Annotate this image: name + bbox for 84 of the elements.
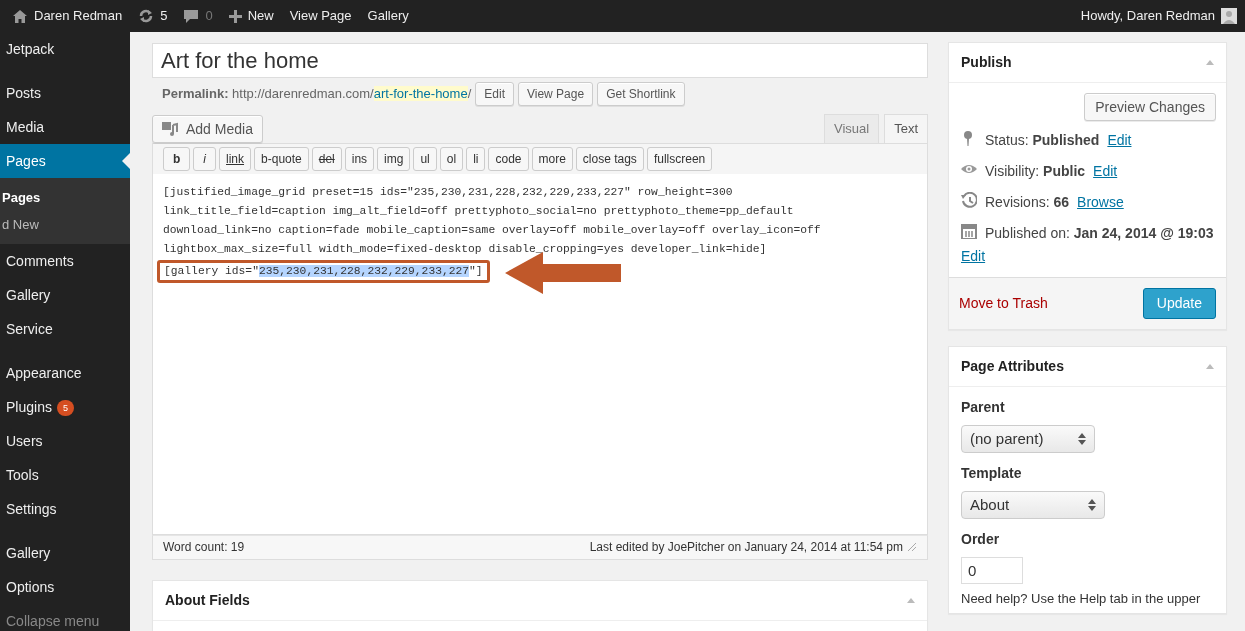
last-edited-text: Last edited by JoePitcher on January 24, 2014 at 11:54 pm	[589, 539, 903, 556]
publish-info-text: Status: Published	[985, 131, 1100, 150]
select-field[interactable]: About	[961, 491, 1105, 519]
sidebar-item[interactable]: Media	[0, 110, 130, 144]
format-button[interactable]: fullscreen	[646, 146, 713, 171]
text-editor[interactable]	[152, 173, 928, 535]
comments-count[interactable]: 0	[205, 6, 213, 26]
title-field[interactable]: Art for the home	[152, 43, 928, 78]
format-button[interactable]: b	[163, 146, 191, 171]
updates-count[interactable]: 5	[160, 6, 168, 26]
count-badge: 5	[56, 400, 74, 417]
format-button[interactable]: ins	[344, 146, 375, 171]
box-title: Publish	[961, 53, 1012, 72]
permalink-text: Permalink: http://darenredman.com/art-for-the-home/	[162, 85, 472, 104]
format-button[interactable]: img	[377, 146, 411, 171]
publish-info-text: Visibility: Public	[985, 162, 1086, 181]
edit-link[interactable]: Edit	[961, 246, 1214, 267]
select-field[interactable]: (no parent)	[961, 425, 1095, 453]
format-button[interactable]: link	[219, 146, 252, 171]
history-icon	[961, 192, 977, 208]
editor-tab[interactable]: Text	[884, 114, 928, 143]
publish-info-text: Revisions: 66	[985, 193, 1070, 212]
toolbar-link[interactable]: Gallery	[367, 6, 409, 26]
preview-button[interactable]: Preview Changes	[1084, 93, 1216, 121]
home-icon[interactable]	[12, 8, 28, 24]
permalink-button[interactable]: View Page	[517, 82, 594, 106]
format-button[interactable]: ul	[413, 146, 437, 171]
toolbar-link[interactable]: View Page	[289, 6, 352, 26]
sidebar-item[interactable]: Settings	[0, 492, 130, 526]
edit-link[interactable]: Edit	[1093, 161, 1118, 182]
box-title: About Fields	[165, 590, 250, 610]
new-link[interactable]: New	[247, 6, 274, 26]
updown-icon	[1078, 433, 1086, 445]
media-icon	[162, 121, 178, 136]
sidebar-item[interactable]: Tools	[0, 458, 130, 492]
refresh-icon[interactable]	[138, 8, 155, 24]
format-button[interactable]: more	[531, 146, 573, 171]
format-button[interactable]: close tags	[575, 146, 644, 171]
site-name-link[interactable]: Daren Redman	[34, 6, 123, 26]
sidebar-item[interactable]: Service	[0, 312, 130, 346]
word-count: Word count: 19	[163, 539, 245, 556]
edit-link[interactable]: Edit	[1107, 130, 1132, 151]
help-text: Need help? Use the Help tab in the upper	[961, 590, 1201, 608]
format-button[interactable]: li	[466, 146, 486, 171]
field-label: Order	[961, 530, 1001, 549]
code-line: download_link=no caption=fade mobile_caption=same overlay=off mobile_overlay=off overlay_icon=off	[163, 222, 822, 238]
permalink-button[interactable]: Edit	[475, 82, 514, 106]
resize-handle-icon[interactable]	[907, 542, 917, 552]
collapse-menu-link[interactable]: Collapse menu	[0, 611, 106, 631]
permalink-button[interactable]: Get Shortlink	[597, 82, 685, 106]
sidebar-item[interactable]: Pages	[0, 144, 130, 178]
sidebar-item[interactable]: Users	[0, 424, 130, 458]
comment-icon[interactable]	[183, 8, 200, 24]
sidebar-item[interactable]: Posts	[0, 76, 130, 110]
format-button[interactable]: code	[488, 146, 529, 171]
sidebar-item[interactable]: Gallery	[0, 536, 130, 570]
trash-link[interactable]: Move to Trash	[959, 293, 1048, 314]
plus-icon[interactable]	[228, 9, 242, 23]
field-label: Parent	[961, 398, 1006, 417]
greeting-link[interactable]: Howdy, Daren Redman	[1080, 6, 1215, 26]
code-line: lightbox_max_size=full width_mode=fixed-desktop disable_cropping=yes developer_link=hide]	[163, 242, 768, 258]
format-button[interactable]: i	[193, 146, 216, 171]
updown-icon	[1088, 499, 1096, 511]
code-line: [justified_image_grid preset=15 ids="235,230,231,228,232,229,233,227" row_height=300	[163, 184, 734, 200]
field-label: Template	[961, 464, 1023, 483]
edit-link[interactable]: Browse	[1077, 192, 1124, 213]
add-media-button[interactable]: Add Media	[152, 114, 263, 143]
sidebar-item[interactable]: Jetpack	[0, 32, 130, 66]
order-field[interactable]: 0	[961, 557, 1023, 584]
submenu-item[interactable]: Pages	[0, 184, 130, 211]
sidebar-item[interactable]: Plugins 5	[0, 390, 130, 424]
sidebar-item[interactable]: Options	[0, 570, 130, 604]
format-button[interactable]: b-quote	[254, 146, 309, 171]
sidebar-item[interactable]: Appearance	[0, 356, 130, 390]
sidebar-item[interactable]: Comments	[0, 244, 130, 278]
editor-tab[interactable]: Visual	[823, 114, 880, 143]
calendar-icon	[961, 223, 977, 239]
format-button[interactable]: del	[311, 146, 342, 171]
code-line: link_title_field=caption img_alt_field=off prettyphoto_social=no prettyphoto_theme=pp_default	[163, 203, 795, 219]
submenu-item[interactable]: d New	[0, 211, 130, 238]
sidebar-item[interactable]: Gallery	[0, 278, 130, 312]
format-button[interactable]: ol	[439, 146, 464, 171]
box-title: Page Attributes	[961, 357, 1064, 376]
publish-info-text: Published on: Jan 24, 2014 @ 19:03	[985, 224, 1214, 243]
